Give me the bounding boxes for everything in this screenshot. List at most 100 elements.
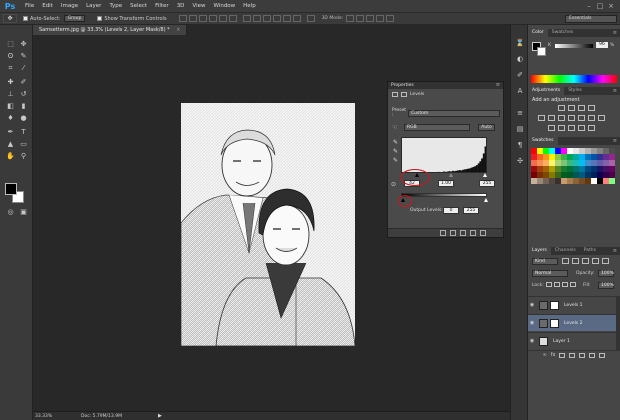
clone-stamp-icon[interactable]: ⊥ bbox=[5, 89, 16, 99]
distribute-right-icon[interactable] bbox=[292, 15, 301, 22]
tab-color[interactable]: Color bbox=[528, 29, 548, 37]
calculate-clip-icon[interactable]: ⊙ bbox=[391, 181, 396, 188]
3d-slide-icon[interactable] bbox=[376, 15, 385, 22]
tab-adjustments[interactable]: Adjustments bbox=[528, 87, 565, 95]
layer-filter-kind-dropdown[interactable]: Kind bbox=[532, 258, 558, 265]
output-black-field[interactable]: 0 bbox=[443, 207, 459, 214]
layers-panel-menu-icon[interactable]: ≡ bbox=[613, 248, 620, 254]
link-layers-icon[interactable]: ∞ bbox=[543, 352, 547, 358]
zoom-level-field[interactable]: 33.33% bbox=[33, 414, 53, 419]
color-panel-icon[interactable]: ◐ bbox=[515, 55, 525, 64]
foreground-color-swatch[interactable] bbox=[5, 183, 17, 195]
gray-point-eyedropper-icon[interactable]: ✎ bbox=[393, 149, 399, 155]
screen-mode-icon[interactable]: ▣ bbox=[18, 207, 29, 217]
layer-row-layer-1[interactable]: ◉ Layer 1 bbox=[528, 332, 616, 349]
k-slider[interactable] bbox=[555, 44, 593, 48]
new-group-icon[interactable] bbox=[579, 352, 586, 358]
white-input-slider[interactable] bbox=[483, 173, 487, 177]
align-middle-icon[interactable] bbox=[188, 15, 197, 22]
white-point-eyedropper-icon[interactable]: ✎ bbox=[393, 158, 399, 164]
menu-filter[interactable]: Filter bbox=[151, 3, 173, 9]
filter-type-icon[interactable] bbox=[582, 258, 589, 264]
tab-paths[interactable]: Paths bbox=[580, 247, 600, 255]
zoom-tool-icon[interactable]: ⚲ bbox=[18, 151, 29, 161]
shape-tool-icon[interactable]: ▭ bbox=[18, 139, 29, 149]
crop-tool-icon[interactable]: ⌗ bbox=[5, 63, 16, 73]
curves-icon[interactable] bbox=[578, 105, 585, 111]
pen-tool-icon[interactable]: ✒ bbox=[5, 127, 16, 137]
menu-help[interactable]: Help bbox=[239, 3, 260, 9]
auto-select-dropdown[interactable]: Group bbox=[63, 15, 86, 22]
tab-swatches[interactable]: Swatches bbox=[528, 137, 558, 145]
menu-layer[interactable]: Layer bbox=[82, 3, 105, 9]
history-icon[interactable]: ⌛ bbox=[515, 39, 525, 48]
layer-mask-icon[interactable] bbox=[401, 91, 407, 97]
filter-pixel-icon[interactable] bbox=[562, 258, 569, 264]
align-right-icon[interactable] bbox=[228, 15, 237, 22]
menu-file[interactable]: File bbox=[21, 3, 38, 9]
character-icon[interactable]: ✣ bbox=[515, 157, 525, 166]
move-tool-preset-icon[interactable]: ✥ bbox=[3, 14, 17, 23]
distribute-left-icon[interactable] bbox=[272, 15, 281, 22]
layer-row-levels-2[interactable]: ◉ Levels 2 bbox=[528, 314, 616, 331]
reset-icon[interactable] bbox=[460, 230, 466, 236]
selective-color-icon[interactable] bbox=[588, 125, 595, 131]
distribute-top-icon[interactable] bbox=[242, 15, 251, 22]
k-value-field[interactable]: 96 bbox=[596, 42, 608, 48]
healing-brush-icon[interactable]: ✚ bbox=[5, 77, 16, 87]
lasso-tool-icon[interactable]: ʘ bbox=[5, 51, 16, 61]
hand-tool-icon[interactable]: ✋ bbox=[5, 151, 16, 161]
tab-styles[interactable]: Styles bbox=[564, 87, 586, 95]
color-swatch[interactable] bbox=[609, 178, 615, 184]
threshold-icon[interactable] bbox=[568, 125, 575, 131]
distribute-center-icon[interactable] bbox=[282, 15, 291, 22]
align-bottom-icon[interactable] bbox=[198, 15, 207, 22]
black-white-icon[interactable] bbox=[568, 115, 575, 121]
properties-panel-header[interactable]: Properties ≡ bbox=[388, 82, 503, 89]
history-brush-icon[interactable]: ↺ bbox=[18, 89, 29, 99]
opacity-field[interactable]: 100% bbox=[598, 270, 614, 277]
invert-icon[interactable] bbox=[548, 125, 555, 131]
gamma-input-slider[interactable] bbox=[449, 173, 453, 177]
tab-swatches-top[interactable]: Swatches bbox=[548, 29, 578, 37]
photo-filter-icon[interactable] bbox=[578, 115, 585, 121]
type-tool-icon[interactable]: T bbox=[18, 127, 29, 137]
quick-select-icon[interactable]: ✎ bbox=[18, 51, 29, 61]
swatches-panel-menu-icon[interactable]: ≡ bbox=[613, 138, 620, 144]
align-center-icon[interactable] bbox=[218, 15, 227, 22]
filter-smart-object-icon[interactable] bbox=[602, 258, 609, 264]
minimize-button[interactable]: – bbox=[584, 1, 594, 11]
blur-tool-icon[interactable]: ♦ bbox=[5, 113, 16, 123]
3d-rotate-icon[interactable] bbox=[346, 15, 355, 22]
panel-menu-icon[interactable]: ≡ bbox=[496, 82, 500, 89]
workspace-dropdown[interactable]: Essentials bbox=[565, 15, 617, 23]
view-previous-icon[interactable] bbox=[450, 230, 456, 236]
brightness-contrast-icon[interactable] bbox=[558, 105, 565, 111]
eraser-tool-icon[interactable]: ◧ bbox=[5, 101, 16, 111]
dodge-tool-icon[interactable]: ● bbox=[18, 113, 29, 123]
menu-image[interactable]: Image bbox=[57, 3, 82, 9]
input-white-field[interactable]: 255 bbox=[479, 180, 495, 187]
3d-roll-icon[interactable] bbox=[356, 15, 365, 22]
brush-tool-icon[interactable]: ✐ bbox=[18, 77, 29, 87]
color-panel-menu-icon[interactable]: ≡ bbox=[613, 30, 620, 36]
input-gamma-field[interactable]: 1.00 bbox=[438, 180, 454, 187]
gradient-map-icon[interactable] bbox=[578, 125, 585, 131]
filter-shape-icon[interactable] bbox=[592, 258, 599, 264]
auto-button[interactable]: Auto bbox=[478, 124, 495, 131]
menu-view[interactable]: View bbox=[188, 3, 209, 9]
new-layer-icon[interactable] bbox=[589, 352, 596, 358]
paragraph-icon[interactable]: ¶ bbox=[515, 141, 525, 150]
new-adjustment-icon[interactable] bbox=[569, 352, 576, 358]
menu-3d[interactable]: 3D bbox=[173, 3, 189, 9]
align-top-icon[interactable] bbox=[178, 15, 187, 22]
hue-saturation-icon[interactable] bbox=[548, 115, 555, 121]
channel-dropdown[interactable]: RGB bbox=[404, 124, 470, 131]
add-mask-icon[interactable] bbox=[559, 352, 566, 358]
maximize-button[interactable]: □ bbox=[595, 1, 605, 11]
channel-hand-icon[interactable]: ☜ bbox=[392, 124, 404, 131]
marquee-tool-icon[interactable]: ⬚ bbox=[5, 39, 16, 49]
text-icon[interactable]: A bbox=[515, 87, 525, 96]
visibility-eye-icon[interactable]: ◉ bbox=[528, 320, 536, 326]
levels-icon[interactable] bbox=[568, 105, 575, 111]
